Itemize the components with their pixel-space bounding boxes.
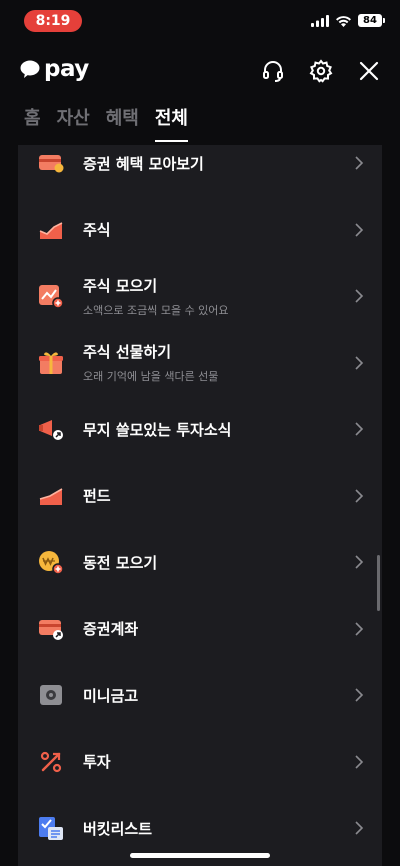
menu-item-stock-collect[interactable]: 주식 모으기 소액으로 조금씩 모을 수 있어요 <box>18 263 382 330</box>
percent-icon <box>40 751 62 772</box>
tab-bar: 홈 자산 혜택 전체 <box>24 104 189 142</box>
menu-subtitle: 소액으로 조금씩 모을 수 있어요 <box>83 303 229 317</box>
chevron-right-icon <box>355 555 364 569</box>
tab-all[interactable]: 전체 <box>154 104 189 142</box>
header-actions <box>260 58 382 84</box>
chevron-right-icon <box>355 688 364 702</box>
menu-item-securities-benefits[interactable]: 증권 혜택 모아보기 <box>18 145 382 197</box>
gift-box-icon <box>39 352 63 374</box>
support-headset-button[interactable] <box>260 58 286 84</box>
chevron-right-icon <box>355 489 364 503</box>
close-icon <box>359 61 379 81</box>
chevron-right-icon <box>355 422 364 436</box>
menu-label: 동전 모으기 <box>83 553 158 572</box>
kakaopay-logo[interactable]: pay <box>20 56 89 82</box>
card-gift-icon <box>39 155 64 173</box>
stock-collect-icon <box>39 285 64 309</box>
menu-label: 주식 선물하기 <box>83 343 172 362</box>
menu-list: 증권 혜택 모아보기 주식 주식 모으기 소액으로 조금씩 모을 수 있어요 주… <box>18 145 382 862</box>
menu-item-securities-account[interactable]: 증권계좌 <box>18 596 382 663</box>
status-time: 8:19 <box>24 10 82 32</box>
menu-label: 무지 쓸모있는 투자소식 <box>83 420 232 439</box>
menu-label: 주식 모으기 <box>83 276 158 295</box>
menu-item-stock-gift[interactable]: 주식 선물하기 오래 기억에 남을 색다른 선물 <box>18 330 382 397</box>
fund-chart-icon <box>39 488 63 505</box>
megaphone-icon <box>39 420 63 441</box>
menu-card: 증권 혜택 모아보기 주식 주식 모으기 소액으로 조금씩 모을 수 있어요 주… <box>18 145 382 866</box>
menu-item-stocks[interactable]: 주식 <box>18 197 382 264</box>
speech-bubble-icon <box>20 60 40 78</box>
status-bar: 8:19 84 <box>0 0 400 44</box>
status-indicators: 84 <box>311 14 385 27</box>
safe-icon <box>40 685 62 706</box>
chevron-right-icon <box>355 622 364 636</box>
wifi-icon <box>336 15 351 27</box>
scrollbar[interactable] <box>377 555 380 611</box>
menu-subtitle: 오래 기억에 남을 색다른 선물 <box>83 370 219 384</box>
menu-label: 버킷리스트 <box>83 819 153 838</box>
tab-home[interactable]: 홈 <box>24 104 41 140</box>
gear-icon <box>309 59 333 83</box>
chevron-right-icon <box>355 356 364 370</box>
menu-item-mini-safe[interactable]: 미니금고 <box>18 662 382 729</box>
home-indicator[interactable] <box>130 853 270 858</box>
settings-button[interactable] <box>308 58 334 84</box>
app-header: pay <box>0 50 400 94</box>
chevron-right-icon <box>355 289 364 303</box>
tab-assets[interactable]: 자산 <box>57 104 90 140</box>
menu-item-coin-collect[interactable]: 동전 모으기 <box>18 529 382 596</box>
menu-item-bucket-list[interactable]: 버킷리스트 <box>18 795 382 862</box>
battery-indicator: 84 <box>358 14 385 27</box>
chevron-right-icon <box>355 156 364 170</box>
menu-label: 증권계좌 <box>83 620 139 639</box>
chevron-right-icon <box>355 821 364 835</box>
headset-icon <box>263 61 283 82</box>
menu-item-fund[interactable]: 펀드 <box>18 463 382 530</box>
coin-icon <box>39 551 64 575</box>
menu-label: 펀드 <box>83 487 111 506</box>
menu-label: 투자 <box>83 753 111 772</box>
close-button[interactable] <box>356 58 382 84</box>
checklist-icon <box>39 817 63 841</box>
menu-label: 증권 혜택 모아보기 <box>83 154 204 173</box>
menu-item-investment-news[interactable]: 무지 쓸모있는 투자소식 <box>18 396 382 463</box>
stock-chart-icon <box>39 222 63 239</box>
menu-label: 미니금고 <box>83 686 139 705</box>
tab-benefits[interactable]: 혜택 <box>106 104 139 140</box>
chevron-right-icon <box>355 755 364 769</box>
chevron-right-icon <box>355 223 364 237</box>
menu-item-investment[interactable]: 투자 <box>18 729 382 796</box>
menu-label: 주식 <box>83 221 111 240</box>
brand-name: pay <box>44 56 89 82</box>
account-card-icon <box>39 619 63 640</box>
signal-icon <box>311 14 329 27</box>
